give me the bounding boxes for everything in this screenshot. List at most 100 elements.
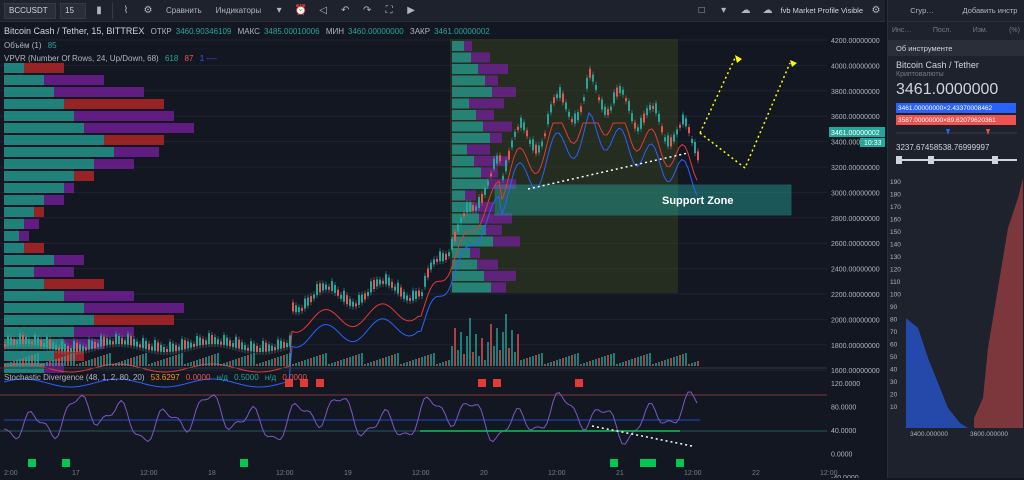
add-instrument-button[interactable]: Добавить инстр [956,0,1024,21]
indicators-button[interactable]: Индикаторы [211,3,266,19]
volume-bar [151,363,153,366]
volume-bar [82,362,84,366]
volume-bar [397,353,399,366]
candle-body [244,345,246,351]
candle-body [142,338,144,349]
volume-bar [598,358,600,366]
replay-icon[interactable]: ◁ [314,3,332,19]
candle-body [559,87,561,99]
cloud-save-icon[interactable]: ☁ [737,3,755,19]
volume-bar [13,361,15,366]
candle-body [109,339,111,345]
stoch-label[interactable]: Stochastic Divergence (48, 1, 2, 80, 20) [4,373,145,382]
settings-gear-icon[interactable]: ⚙ [139,3,157,19]
fullscreen-icon[interactable]: ⛶ [380,3,398,19]
candle-body [202,338,204,345]
candle-body [586,77,588,89]
bar-type-icon[interactable]: ▮ [90,3,108,19]
volume-bar [76,364,78,366]
compare-button[interactable]: Сравнить [161,3,207,19]
volume-label[interactable]: Объём (1) [4,41,42,50]
time-tag: 10:33 [864,140,882,147]
col-instrument[interactable]: Инс… [892,27,911,34]
candle-body [226,337,228,346]
candle-body [682,114,684,125]
vpvr-inner-down [474,156,508,166]
vpvr-inner-up [452,64,478,74]
candle-body [361,294,363,303]
vpvr-inner-down [490,133,502,143]
volume-bar [673,357,675,366]
volume-bar [7,363,9,366]
redo-icon[interactable]: ↷ [358,3,376,19]
volume-bar [697,361,699,366]
chart-area[interactable]: Support Zone 4200.00000000 4000.00000000 3… [0,23,885,480]
vpvr-up-bar [4,219,24,229]
volume-bar [466,336,468,366]
candle-body [535,144,537,154]
volume-bar [574,354,576,366]
candle-body [346,295,348,305]
volume-bar [463,354,465,366]
undo-icon[interactable]: ↶ [336,3,354,19]
depth-y-label: 60 [890,342,898,349]
cloud-load-icon[interactable]: ☁ [759,3,777,19]
symbol-search-input[interactable]: BCCUSDT [4,2,56,19]
snapshot-icon[interactable]: ▶ [402,3,420,19]
candle-body [697,151,699,161]
candle-body [25,337,27,345]
candle-body [436,258,438,262]
candle-body [250,341,252,352]
profile-label[interactable]: fvb Market Profile Visible [781,6,863,15]
volume-bar [457,350,459,366]
vpvr-down-bar [54,255,84,265]
vpvr-label[interactable]: VPVR (Number Of Rows, 24, Up/Down, 68) [4,54,159,63]
volume-bar [250,354,252,366]
candle-body [328,286,330,290]
chart-title[interactable]: Bitcoin Cash / Tether, 15, BITTREX [4,26,144,36]
candle-body [529,139,531,144]
gear-icon[interactable]: ⚙ [867,3,885,19]
layout-icon[interactable]: □ [693,3,711,19]
candle-body [358,294,360,305]
candle-body [553,97,555,104]
right-panel: Сгур… Добавить инстр Инс… Посл. Изм. (%)… [887,0,1024,478]
details-section-title[interactable]: Об инструменте [888,40,1024,56]
candle-body [568,111,570,117]
tab-watchlist[interactable]: Сгур… [888,0,956,21]
col-change[interactable]: Изм. [973,27,988,34]
candle-body [316,284,318,296]
layout-dropdown-icon[interactable]: ▾ [715,3,733,19]
volume-bar [658,362,660,366]
volume-bar [400,364,402,366]
vpvr-down-bar [94,315,174,325]
volume-bar [430,354,432,366]
candle-body [364,293,366,300]
depth-y-label: 130 [890,254,901,261]
dropdown-icon[interactable]: ▾ [270,3,288,19]
candle-body [490,173,492,177]
vpvr-down-bar [114,147,159,157]
candle-body [100,335,102,347]
col-change-pct[interactable]: (%) [1009,27,1020,34]
alert-icon[interactable]: ⏰ [292,3,310,19]
vpvr-inner-up [452,98,469,109]
candle-body [340,294,342,299]
col-last[interactable]: Посл. [933,27,951,34]
candle-body [451,238,453,250]
candle-body [133,338,135,346]
range-slider[interactable] [888,154,1024,166]
candle-body [55,345,57,351]
volume-bar [580,364,582,366]
vpvr-down-bar [34,267,74,277]
volume-bar [301,361,303,366]
volume-bar [73,353,75,366]
chart-style-icon[interactable]: ⌇ [117,3,135,19]
volume-bar [409,361,411,366]
candle-body [88,339,90,350]
interval-select[interactable]: 15 [60,2,86,19]
candle-body [259,347,261,352]
depth-y-label: 160 [890,217,901,224]
candle-body [112,341,114,345]
chart-canvas[interactable]: Support Zone 4200.00000000 4000.00000000 3… [0,23,885,480]
